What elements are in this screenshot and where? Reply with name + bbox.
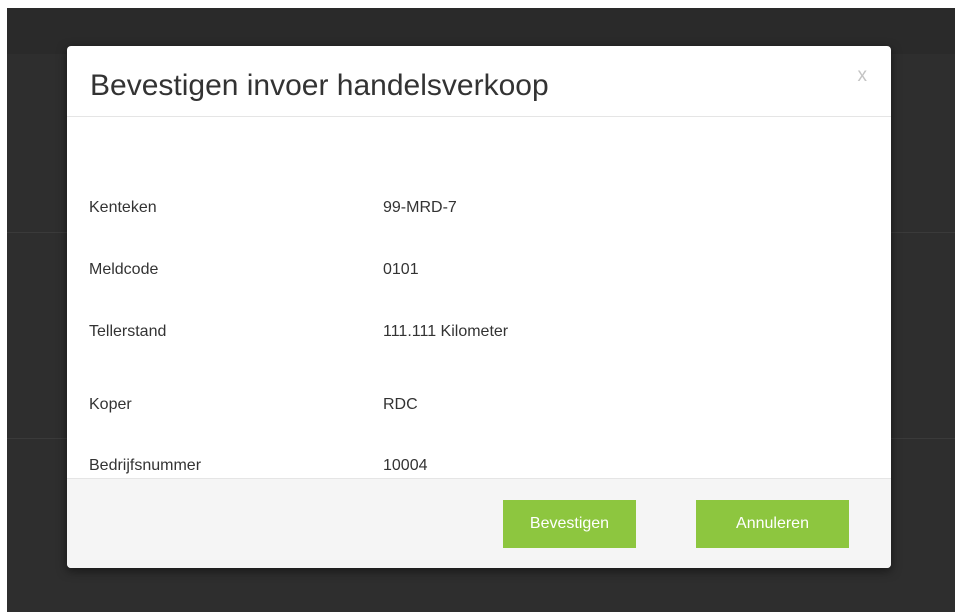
close-icon[interactable]: x [858, 66, 868, 86]
confirm-dialog: Bevestigen invoer handelsverkoop x Kente… [67, 46, 891, 568]
dialog-header: Bevestigen invoer handelsverkoop x [67, 46, 891, 117]
detail-label: Bedrijfsnummer [89, 457, 202, 474]
detail-row-koper: Koper RDC [89, 395, 869, 415]
dialog-title: Bevestigen invoer handelsverkoop [90, 69, 549, 102]
detail-row-bedrijfsnummer: Bedrijfsnummer 10004 [89, 456, 869, 476]
detail-row-tellerstand: Tellerstand 111.111 Kilometer [89, 322, 869, 342]
detail-value: 10004 [383, 457, 428, 474]
dialog-body: Kenteken 99-MRD-7 Meldcode 0101 Tellerst… [67, 117, 891, 477]
detail-value: 0101 [383, 261, 419, 278]
detail-row-kenteken: Kenteken 99-MRD-7 [89, 198, 869, 218]
cancel-button[interactable]: Annuleren [696, 500, 849, 548]
detail-label: Meldcode [89, 261, 159, 278]
detail-label: Koper [89, 396, 132, 413]
confirm-button[interactable]: Bevestigen [503, 500, 636, 548]
app-backdrop: Bevestigen invoer handelsverkoop x Kente… [7, 8, 955, 612]
dialog-footer: Bevestigen Annuleren [67, 478, 891, 568]
detail-value: RDC [383, 396, 418, 413]
detail-value: 111.111 Kilometer [383, 323, 509, 340]
detail-label: Kenteken [89, 199, 157, 216]
detail-value: 99-MRD-7 [383, 199, 457, 216]
detail-label: Tellerstand [89, 323, 167, 340]
detail-row-meldcode: Meldcode 0101 [89, 260, 869, 280]
